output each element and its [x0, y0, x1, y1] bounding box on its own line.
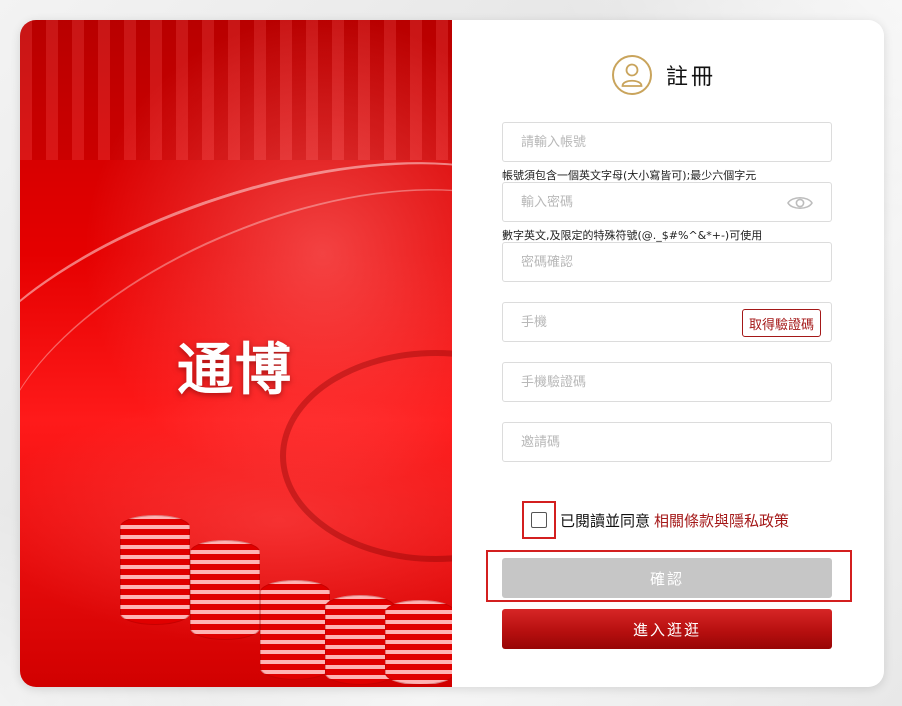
hero-banner: 通博	[20, 20, 452, 687]
enter-browse-button[interactable]: 進入逛逛	[502, 609, 832, 649]
terms-link[interactable]: 相關條款與隱私政策	[654, 510, 789, 531]
terms-agreement: 已閱讀並同意 相關條款與隱私政策	[522, 501, 789, 539]
phone-field: 取得驗證碼	[502, 302, 832, 342]
password-field	[502, 182, 832, 222]
account-field	[502, 122, 832, 162]
register-form-panel: 註冊 帳號須包含一個英文字母(大小寫皆可);最少六個字元 數字英文,及限定的特殊…	[452, 20, 884, 687]
user-icon	[612, 55, 652, 95]
password-confirm-input[interactable]	[503, 243, 831, 281]
chip-stack	[190, 540, 260, 640]
agree-checkbox[interactable]	[531, 512, 547, 528]
page-title: 註冊	[666, 65, 717, 90]
form-header: 註冊	[612, 53, 716, 97]
chip-stack	[120, 515, 190, 625]
agree-text: 已閱讀並同意	[560, 511, 651, 530]
chip-stack	[385, 600, 452, 685]
account-hint: 帳號須包含一個英文字母(大小寫皆可);最少六個字元	[502, 169, 757, 182]
phone-code-input[interactable]	[503, 363, 831, 401]
checkbox-highlight	[522, 501, 556, 539]
confirm-button[interactable]: 確認	[502, 558, 832, 598]
invite-code-field	[502, 422, 832, 462]
invite-code-input[interactable]	[503, 423, 831, 461]
password-input[interactable]	[503, 183, 831, 221]
phone-code-field	[502, 362, 832, 402]
eye-icon[interactable]	[787, 194, 813, 212]
get-sms-code-button[interactable]: 取得驗證碼	[741, 309, 821, 337]
chip-stack	[260, 580, 330, 680]
password-confirm-field	[502, 242, 832, 282]
password-hint: 數字英文,及限定的特殊符號(@._$#%^&*+-)可使用	[502, 229, 763, 242]
brand-logo: 通博	[177, 336, 293, 403]
register-card: 通博 註冊 帳號須包含一個英文字母(大小寫皆可);最少六個字元	[20, 20, 884, 687]
account-input[interactable]	[503, 123, 831, 161]
